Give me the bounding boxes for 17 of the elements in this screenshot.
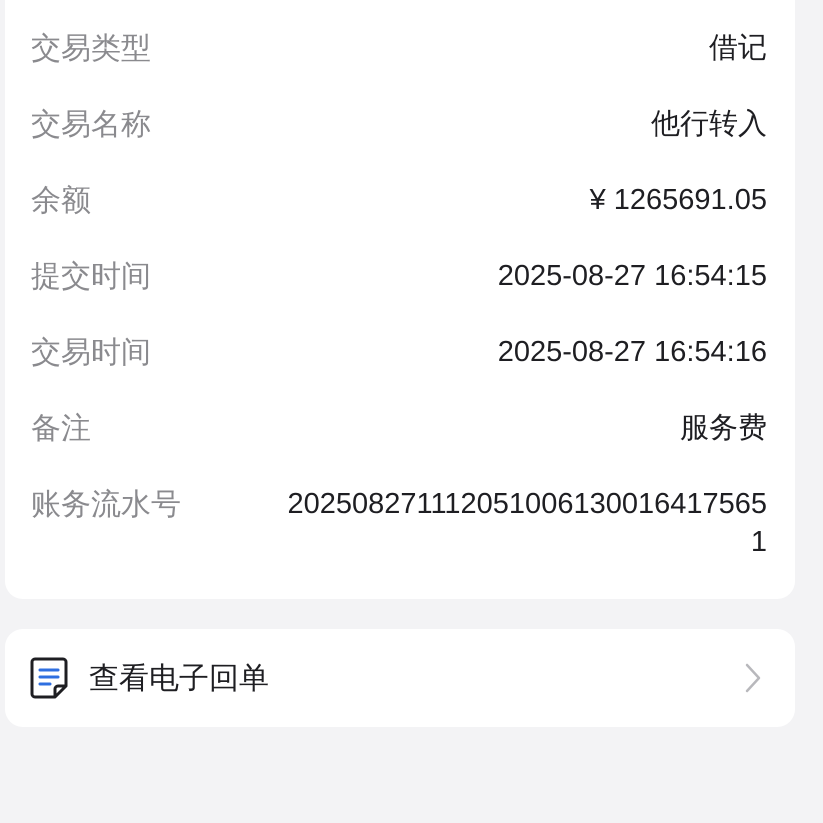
field-label: 交易类型 <box>31 31 151 67</box>
chevron-right-icon <box>745 663 761 694</box>
field-value: ¥ 1265691.05 <box>590 183 767 218</box>
field-label: 账务流水号 <box>31 487 181 523</box>
field-value: 他行转入 <box>651 107 767 142</box>
field-value: 2025-08-27 16:54:16 <box>498 335 767 370</box>
field-label: 交易名称 <box>31 107 151 143</box>
field-value: 2025-08-27 16:54:15 <box>498 259 767 294</box>
field-value: 2025082711120510061300164175651 <box>287 487 767 560</box>
field-label: 提交时间 <box>31 259 151 295</box>
field-value: 服务费 <box>680 411 767 446</box>
field-label: 余额 <box>31 183 91 219</box>
document-icon <box>29 656 69 700</box>
receipt-link[interactable]: 查看电子回单 <box>5 629 795 728</box>
field-label: 备注 <box>31 411 91 447</box>
field-value: 借记 <box>709 31 767 66</box>
field-label: 交易时间 <box>31 335 151 371</box>
